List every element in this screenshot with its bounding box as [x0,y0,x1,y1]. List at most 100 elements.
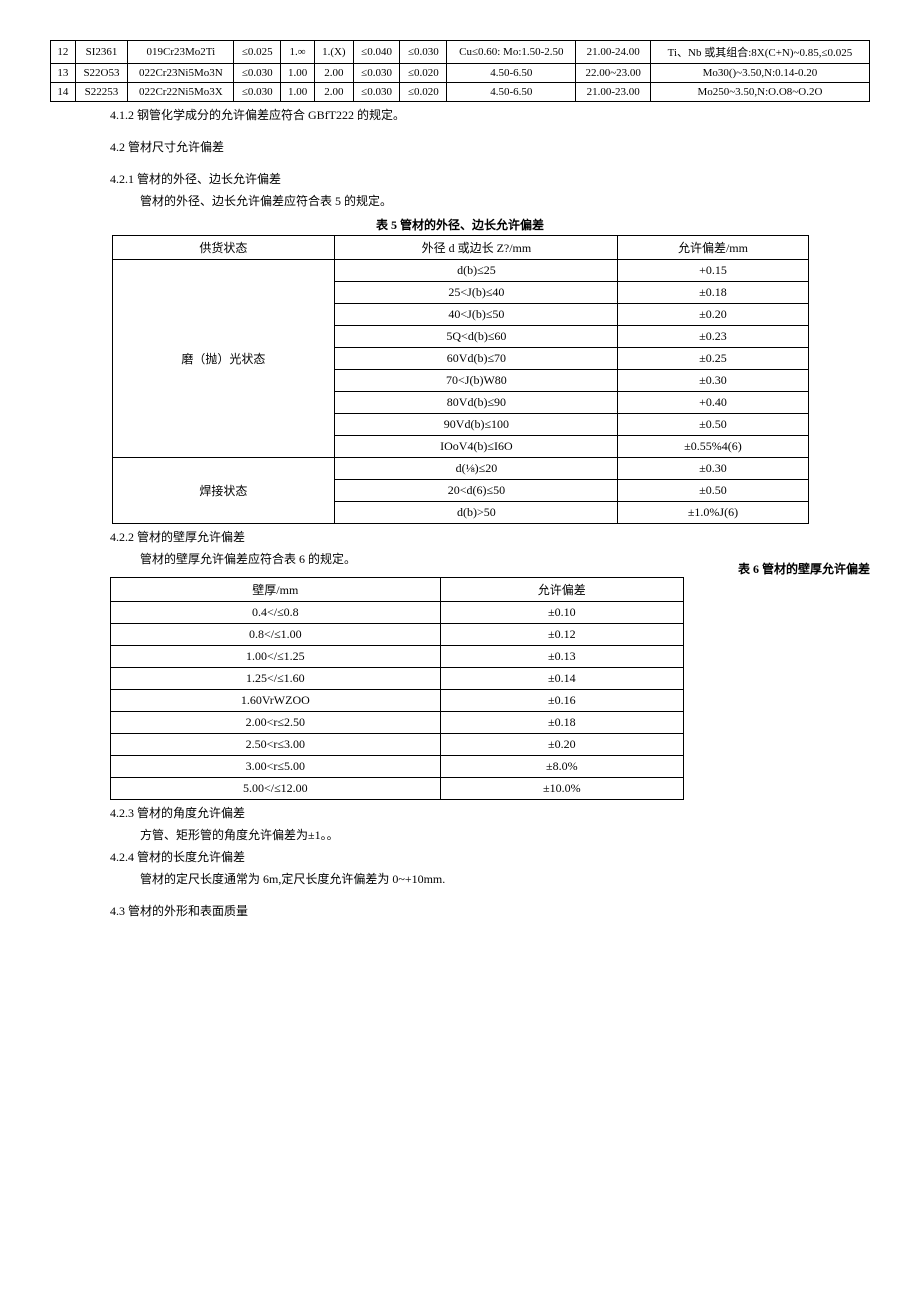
cell: ≤0.030 [353,64,400,83]
cell: 1.00 [281,64,315,83]
dim-cell: 60Vd(b)≤70 [335,348,618,370]
table5-header-state: 供货状态 [112,236,335,260]
dim-cell: d(⅛)≤20 [335,458,618,480]
table-row: 0.8</≤1.00±0.12 [111,624,684,646]
thick-cell: 1.25</≤1.60 [111,668,441,690]
para-4-2-4: 4.2.4 管材的长度允许偏差 [50,848,870,866]
tol-cell: ±0.18 [618,282,808,304]
para-4-2-2: 4.2.2 管材的壁厚允许偏差 [50,528,870,546]
cell: 019Cr23Mo2Ti [128,41,234,64]
dim-cell: d(b)≤25 [335,260,618,282]
cell: ≤0.030 [353,83,400,102]
cell: Cu≤0.60: Mo:1.50-2.50 [447,41,576,64]
cell: S22253 [75,83,128,102]
tol-cell: +0.15 [618,260,808,282]
cell: 1.(X) [315,41,354,64]
para-4-2-4-sub: 管材的定尺长度通常为 6m,定尺长度允许偏差为 0~+10mm. [50,870,870,888]
table5-header-tol: 允许偏差/mm [618,236,808,260]
tol-cell: ±0.16 [440,690,683,712]
cell: SI2361 [75,41,128,64]
para-4-2-1-sub: 管材的外径、边长允许偏差应符合表 5 的规定。 [50,192,870,210]
table-row: 3.00<r≤5.00±8.0% [111,756,684,778]
dim-cell: IOoV4(b)≤I6O [335,436,618,458]
thick-cell: 0.4</≤0.8 [111,602,441,624]
table-row: 13S22O53022Cr23Ni5Mo3N ≤0.030 1.002.00 ≤0.0… [51,64,870,83]
cell: ≤0.030 [400,41,447,64]
table-row: 2.50<r≤3.00±0.20 [111,734,684,756]
cell: ≤0.025 [234,41,281,64]
cell: 2.00 [315,64,354,83]
cell: ≤0.020 [400,64,447,83]
cell: 4.50-6.50 [447,64,576,83]
dim-cell: 70<J(b)W80 [335,370,618,392]
table-row: 磨（抛）光状态d(b)≤25+0.15 [112,260,808,282]
table-row: 2.00<r≤2.50±0.18 [111,712,684,734]
table-row: 焊接状态d(⅛)≤20±0.30 [112,458,808,480]
tol-cell: ±0.13 [440,646,683,668]
table-row: 5.00</≤12.00±10.0% [111,778,684,800]
para-4-2-1: 4.2.1 管材的外径、边长允许偏差 [50,170,870,188]
tol-cell: ±0.18 [440,712,683,734]
tol-cell: ±0.10 [440,602,683,624]
para-4-1-2: 4.1.2 钢管化学成分的允许偏差应符合 GBfT222 的规定。 [50,106,870,124]
tol-cell: +0.40 [618,392,808,414]
cell: S22O53 [75,64,128,83]
table-row: 14S22253022Cr22Ni5Mo3X≤0.0301.002.00≤0.0… [51,83,870,102]
tol-cell: ±8.0% [440,756,683,778]
cell: 1.∞ [281,41,315,64]
dim-cell: 80Vd(b)≤90 [335,392,618,414]
chemical-composition-table: 12SI2361019Cr23Mo2Ti≤0.0251.∞1.(X)≤0.040… [50,40,870,102]
tol-cell: ±0.23 [618,326,808,348]
dim-cell: 25<J(b)≤40 [335,282,618,304]
cell: 22.00~23.00 [576,64,650,83]
tol-cell: ±0.20 [440,734,683,756]
table-row: 1.25</≤1.60±0.14 [111,668,684,690]
table6-header-tol: 允许偏差 [440,578,683,602]
cell: ≤0.020 [400,83,447,102]
tol-cell: ±0.50 [618,414,808,436]
dim-cell: 20<d(6)≤50 [335,480,618,502]
para-4-2-3: 4.2.3 管材的角度允许偏差 [50,804,870,822]
dim-cell: 90Vd(b)≤100 [335,414,618,436]
table6-title: 表 6 管材的壁厚允许偏差 [738,560,870,577]
tol-cell: ±0.25 [618,348,808,370]
cell: 2.00 [315,83,354,102]
dim-cell: d(b)>50 [335,502,618,524]
cell: 4.50-6.50 [447,83,576,102]
tol-cell: ±0.30 [618,370,808,392]
table6: 壁厚/mm 允许偏差 0.4</≤0.8±0.100.8</≤1.00±0.12… [110,577,684,800]
cell: 022Cr23Ni5Mo3N [128,64,234,83]
cell: 21.00-24.00 [576,41,650,64]
tol-cell: ±10.0% [440,778,683,800]
tol-cell: ±1.0%J(6) [618,502,808,524]
cell: ≤0.040 [353,41,400,64]
table6-header-thick: 壁厚/mm [111,578,441,602]
dim-cell: 40<J(b)≤50 [335,304,618,326]
thick-cell: 2.50<r≤3.00 [111,734,441,756]
thick-cell: 2.00<r≤2.50 [111,712,441,734]
table-row: 12SI2361019Cr23Mo2Ti≤0.0251.∞1.(X)≤0.040… [51,41,870,64]
table-row: 0.4</≤0.8±0.10 [111,602,684,624]
thick-cell: 1.00</≤1.25 [111,646,441,668]
cell: 1.00 [281,83,315,102]
para-4-2: 4.2 管材尺寸允许偏差 [50,138,870,156]
thick-cell: 5.00</≤12.00 [111,778,441,800]
dim-cell: 5Q<d(b)≤60 [335,326,618,348]
tol-cell: ±0.30 [618,458,808,480]
para-4-3: 4.3 管材的外形和表面质量 [50,902,870,920]
para-4-2-3-sub: 方管、矩形管的角度允许偏差为±1。。 [50,826,870,844]
cell: Mo250~3.50,N:O.O8~O.2O [650,83,869,102]
table5: 供货状态 外径 d 或边长 Z?/mm 允许偏差/mm 磨（抛）光状态d(b)≤… [112,235,809,524]
table5-header-dim: 外径 d 或边长 Z?/mm [335,236,618,260]
cell: Ti、Nb 或其组合:8X(C+N)~0.85,≤0.025 [650,41,869,64]
cell: Mo30()~3.50,N:0.14-0.20 [650,64,869,83]
cell: 022Cr22Ni5Mo3X [128,83,234,102]
tol-cell: ±0.12 [440,624,683,646]
thick-cell: 0.8</≤1.00 [111,624,441,646]
tol-cell: ±0.14 [440,668,683,690]
cell: 13 [51,64,76,83]
tol-cell: ±0.55%4(6) [618,436,808,458]
table-row: 1.00</≤1.25±0.13 [111,646,684,668]
table5-title: 表 5 管材的外径、边长允许偏差 [50,216,870,233]
thick-cell: 1.60VrWZOO [111,690,441,712]
